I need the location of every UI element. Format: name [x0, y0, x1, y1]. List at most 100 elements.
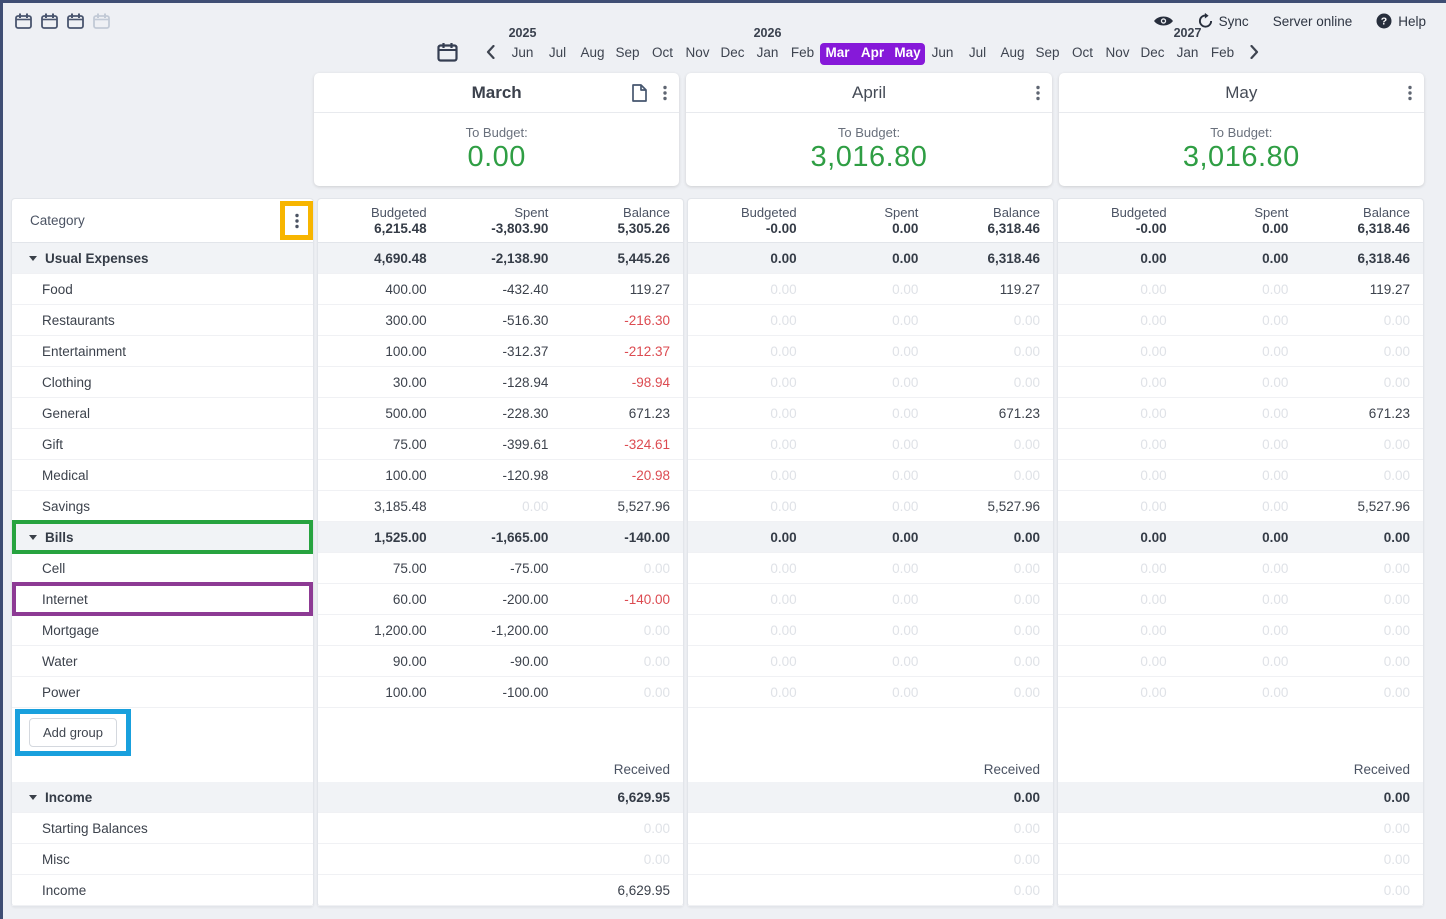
may-usual-expenses-budgeted[interactable]: 0.00: [1058, 251, 1180, 266]
march-food-spent[interactable]: -432.40: [440, 282, 562, 297]
april-gift-spent[interactable]: 0.00: [810, 437, 932, 452]
category-name-power[interactable]: Power: [12, 677, 313, 707]
may-general-spent[interactable]: 0.00: [1180, 406, 1302, 421]
march-cell-budgeted[interactable]: 75.00: [318, 561, 440, 576]
march-mortgage-spent[interactable]: -1,200.00: [440, 623, 562, 638]
may-food-spent[interactable]: 0.00: [1180, 282, 1302, 297]
may-cell-balance[interactable]: 0.00: [1301, 561, 1423, 576]
one-month-view-icon[interactable]: [15, 13, 32, 29]
income-name-starting-balances[interactable]: Starting Balances: [12, 813, 313, 843]
march-water-budgeted[interactable]: 90.00: [318, 654, 440, 669]
timeline-month-jun-12[interactable]: Jun: [925, 26, 960, 65]
may-general-budgeted[interactable]: 0.00: [1058, 406, 1180, 421]
category-name-water[interactable]: Water: [12, 646, 313, 676]
april-internet-balance[interactable]: 0.00: [931, 592, 1053, 607]
may-internet-spent[interactable]: 0.00: [1180, 592, 1302, 607]
timeline-month-dec-6[interactable]: Dec: [715, 26, 750, 65]
march-power-balance[interactable]: 0.00: [561, 685, 683, 700]
april-savings-budgeted[interactable]: 0.00: [688, 499, 810, 514]
april-mortgage-spent[interactable]: 0.00: [810, 623, 932, 638]
march-usual-expenses-budgeted[interactable]: 4,690.48: [318, 251, 440, 266]
may-usual-expenses-balance[interactable]: 6,318.46: [1301, 251, 1423, 266]
april-gift-budgeted[interactable]: 0.00: [688, 437, 810, 452]
april-clothing-budgeted[interactable]: 0.00: [688, 375, 810, 390]
may-gift-budgeted[interactable]: 0.00: [1058, 437, 1180, 452]
march-bills-balance[interactable]: -140.00: [561, 530, 683, 545]
group-name-bills[interactable]: Bills: [12, 522, 313, 552]
category-name-savings[interactable]: Savings: [12, 491, 313, 521]
april-misc-received[interactable]: 0.00: [688, 852, 1053, 867]
category-name-food[interactable]: Food: [12, 274, 313, 304]
march-savings-balance[interactable]: 5,527.96: [561, 499, 683, 514]
may-entertainment-budgeted[interactable]: 0.00: [1058, 344, 1180, 359]
march-bills-spent[interactable]: -1,665.00: [440, 530, 562, 545]
may-clothing-balance[interactable]: 0.00: [1301, 375, 1423, 390]
march-misc-received[interactable]: 0.00: [318, 852, 683, 867]
april-mortgage-budgeted[interactable]: 0.00: [688, 623, 810, 638]
may-cell-spent[interactable]: 0.00: [1180, 561, 1302, 576]
march-clothing-spent[interactable]: -128.94: [440, 375, 562, 390]
march-clothing-balance[interactable]: -98.94: [561, 375, 683, 390]
april-usual-expenses-balance[interactable]: 6,318.46: [931, 251, 1053, 266]
april-general-spent[interactable]: 0.00: [810, 406, 932, 421]
category-name-gift[interactable]: Gift: [12, 429, 313, 459]
income-name-misc[interactable]: Misc: [12, 844, 313, 874]
sync-button[interactable]: Sync: [1198, 13, 1249, 29]
march-water-spent[interactable]: -90.00: [440, 654, 562, 669]
may-water-spent[interactable]: 0.00: [1180, 654, 1302, 669]
april-income-received[interactable]: 0.00: [688, 790, 1053, 805]
may-starting-balances-received[interactable]: 0.00: [1058, 821, 1423, 836]
march-usual-expenses-balance[interactable]: 5,445.26: [561, 251, 683, 266]
march-general-budgeted[interactable]: 500.00: [318, 406, 440, 421]
may-clothing-spent[interactable]: 0.00: [1180, 375, 1302, 390]
timeline-month-aug-14[interactable]: Aug: [995, 26, 1030, 65]
march-entertainment-balance[interactable]: -212.37: [561, 344, 683, 359]
may-mortgage-balance[interactable]: 0.00: [1301, 623, 1423, 638]
april-restaurants-budgeted[interactable]: 0.00: [688, 313, 810, 328]
march-internet-balance[interactable]: -140.00: [561, 592, 683, 607]
april-usual-expenses-budgeted[interactable]: 0.00: [688, 251, 810, 266]
may-income-received[interactable]: 0.00: [1058, 790, 1423, 805]
collapse-triangle-icon[interactable]: [29, 795, 37, 800]
march-mortgage-budgeted[interactable]: 1,200.00: [318, 623, 440, 638]
may-income-received[interactable]: 0.00: [1058, 883, 1423, 898]
march-general-balance[interactable]: 671.23: [561, 406, 683, 421]
may-medical-budgeted[interactable]: 0.00: [1058, 468, 1180, 483]
april-gift-balance[interactable]: 0.00: [931, 437, 1053, 452]
category-name-medical[interactable]: Medical: [12, 460, 313, 490]
may-internet-budgeted[interactable]: 0.00: [1058, 592, 1180, 607]
may-restaurants-spent[interactable]: 0.00: [1180, 313, 1302, 328]
timeline-month-nov-5[interactable]: Nov: [680, 26, 715, 65]
category-name-cell[interactable]: Cell: [12, 553, 313, 583]
add-group-button[interactable]: Add group: [29, 718, 117, 747]
month-menu-icon[interactable]: [661, 83, 669, 103]
april-entertainment-balance[interactable]: 0.00: [931, 344, 1053, 359]
april-general-budgeted[interactable]: 0.00: [688, 406, 810, 421]
to-budget-amount[interactable]: 3,016.80: [1183, 141, 1300, 174]
march-entertainment-budgeted[interactable]: 100.00: [318, 344, 440, 359]
march-restaurants-budgeted[interactable]: 300.00: [318, 313, 440, 328]
march-cell-spent[interactable]: -75.00: [440, 561, 562, 576]
collapse-triangle-icon[interactable]: [29, 535, 37, 540]
help-button[interactable]: ? Help: [1376, 13, 1426, 29]
may-mortgage-spent[interactable]: 0.00: [1180, 623, 1302, 638]
month-menu-icon[interactable]: [1406, 83, 1414, 103]
april-clothing-balance[interactable]: 0.00: [931, 375, 1053, 390]
to-budget-amount[interactable]: 3,016.80: [811, 141, 928, 174]
category-menu-icon[interactable]: [295, 213, 299, 229]
april-bills-spent[interactable]: 0.00: [810, 530, 932, 545]
month-notes-icon[interactable]: [630, 82, 649, 104]
april-savings-spent[interactable]: 0.00: [810, 499, 932, 514]
timeline-month-jan-19[interactable]: 2027Jan: [1170, 26, 1205, 65]
group-name-usual-expenses[interactable]: Usual Expenses: [12, 243, 313, 273]
april-starting-balances-received[interactable]: 0.00: [688, 821, 1053, 836]
march-starting-balances-received[interactable]: 0.00: [318, 821, 683, 836]
timeline-month-feb-20[interactable]: Feb: [1205, 26, 1240, 65]
march-bills-budgeted[interactable]: 1,525.00: [318, 530, 440, 545]
april-internet-spent[interactable]: 0.00: [810, 592, 932, 607]
april-water-budgeted[interactable]: 0.00: [688, 654, 810, 669]
march-medical-budgeted[interactable]: 100.00: [318, 468, 440, 483]
category-name-general[interactable]: General: [12, 398, 313, 428]
march-general-spent[interactable]: -228.30: [440, 406, 562, 421]
may-medical-balance[interactable]: 0.00: [1301, 468, 1423, 483]
